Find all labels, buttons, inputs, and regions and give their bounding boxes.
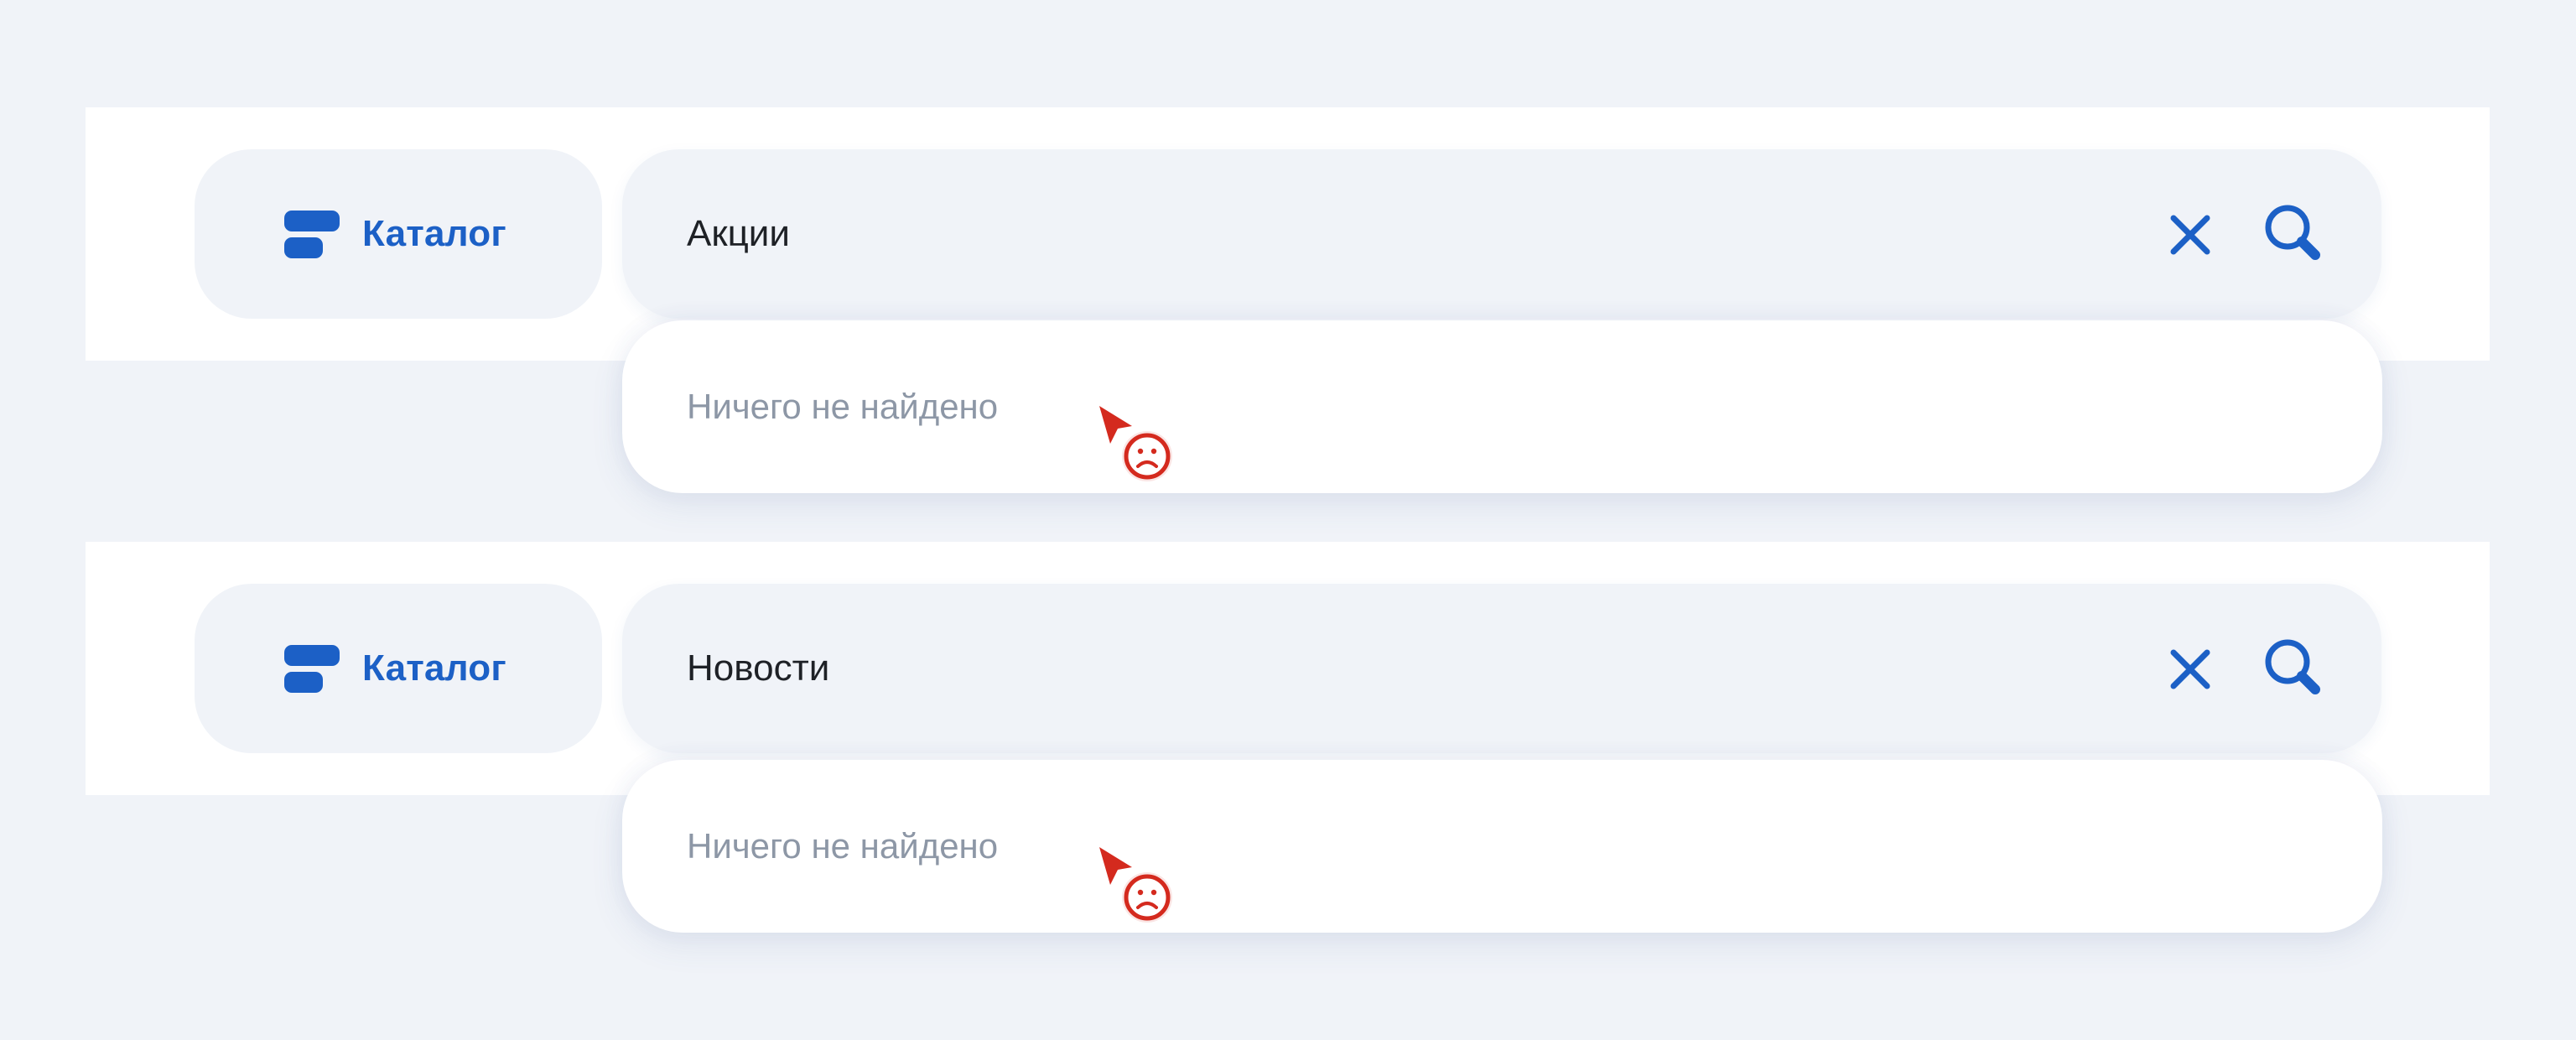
search-header-panel: Каталог Новости xyxy=(86,542,2490,795)
search-icon[interactable] xyxy=(2262,636,2324,699)
no-results-message: Ничего не найдено xyxy=(687,826,999,866)
catalog-button-label: Каталог xyxy=(362,647,506,689)
catalog-icon xyxy=(284,645,340,693)
search-input[interactable]: Акции xyxy=(622,149,2381,319)
search-results-dropdown: Ничего не найдено xyxy=(622,320,2382,493)
not-allowed-cursor-icon xyxy=(1090,842,1182,934)
search-icon[interactable] xyxy=(2262,201,2324,264)
catalog-button[interactable]: Каталог xyxy=(195,584,602,753)
search-results-dropdown: Ничего не найдено xyxy=(622,760,2382,933)
not-allowed-cursor-icon xyxy=(1090,401,1182,493)
catalog-button[interactable]: Каталог xyxy=(195,149,602,319)
search-input[interactable]: Новости xyxy=(622,584,2381,753)
close-icon[interactable] xyxy=(2165,644,2215,694)
catalog-button-label: Каталог xyxy=(362,213,506,254)
search-input-value[interactable]: Новости xyxy=(687,584,829,753)
close-icon[interactable] xyxy=(2165,210,2215,260)
search-input-value[interactable]: Акции xyxy=(687,149,790,319)
no-results-message: Ничего не найдено xyxy=(687,387,999,426)
catalog-icon xyxy=(284,211,340,258)
